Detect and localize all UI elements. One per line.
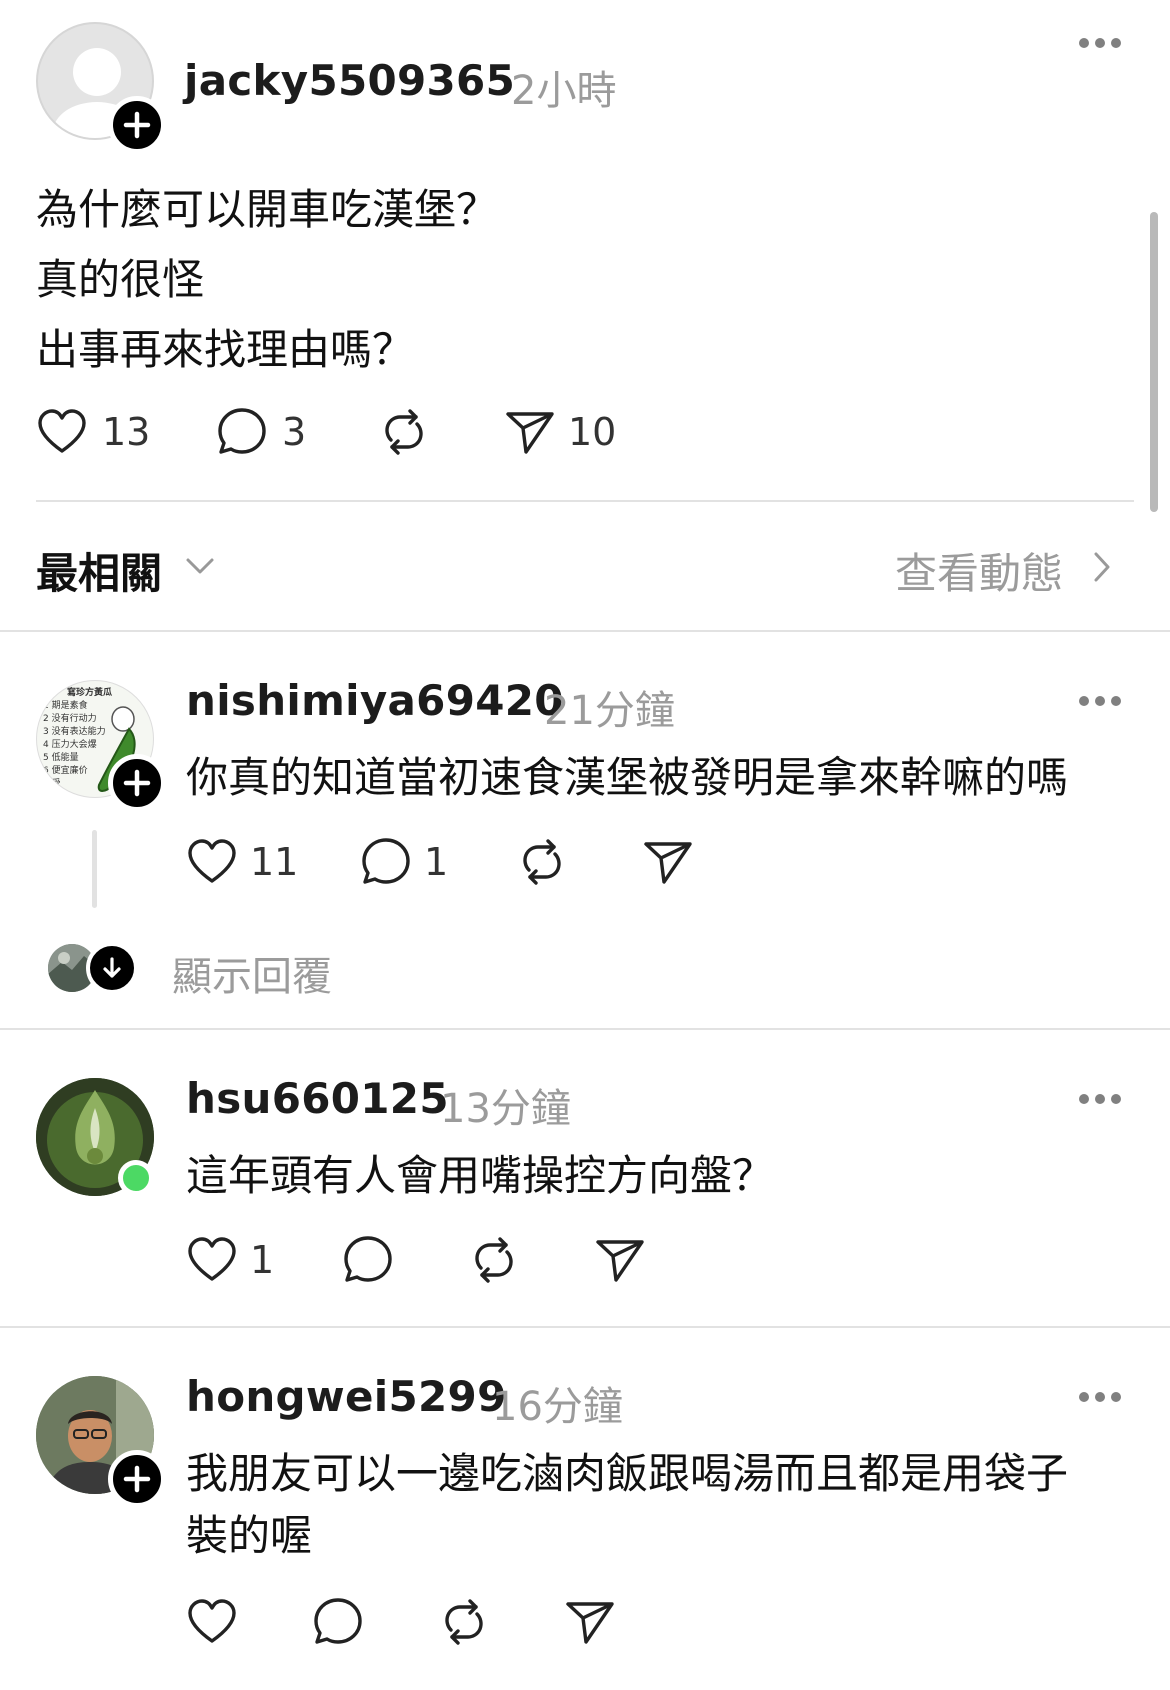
like-count: 11	[250, 840, 299, 884]
divider	[0, 630, 1170, 632]
post-text-line: 真的很怪	[36, 255, 205, 304]
comment-text-line: 裝的喔	[186, 1511, 313, 1560]
like-count: 1	[250, 1238, 275, 1282]
repost-icon[interactable]	[438, 1596, 490, 1648]
more-options-icon[interactable]	[1079, 1392, 1121, 1404]
online-status-indicator	[118, 1160, 154, 1196]
comment-text-line: 你真的知道當初速食漢堡被發明是拿來幹嘛的嗎	[186, 753, 1069, 802]
plus-icon	[123, 769, 151, 797]
heart-icon[interactable]	[186, 1596, 238, 1648]
plus-icon	[123, 1465, 151, 1493]
comment-username[interactable]: hongwei5299	[186, 1372, 507, 1421]
plus-icon	[123, 111, 151, 139]
share-icon[interactable]	[564, 1596, 616, 1648]
comment-icon[interactable]	[360, 836, 412, 888]
comment-time: 21分鐘	[544, 688, 675, 734]
heart-icon[interactable]	[186, 836, 238, 888]
comment-icon[interactable]	[312, 1596, 364, 1648]
chevron-down-icon[interactable]	[184, 554, 216, 578]
post-text-line: 為什麼可以開車吃漢堡？	[36, 185, 499, 234]
post-text-line: 出事再來找理由嗎？	[36, 325, 415, 374]
thread-line	[92, 830, 97, 908]
more-options-icon[interactable]	[1079, 696, 1121, 708]
comment-time: 13分鐘	[440, 1086, 571, 1132]
repost-icon[interactable]	[516, 836, 568, 888]
post-username[interactable]: jacky5509365	[184, 56, 515, 105]
show-replies-label[interactable]: 顯示回覆	[172, 944, 332, 1002]
comment-time: 16分鐘	[492, 1384, 623, 1430]
share-icon[interactable]	[594, 1234, 646, 1286]
view-activity-link[interactable]: 查看動態	[895, 540, 1063, 601]
more-options-icon[interactable]	[1079, 1094, 1121, 1106]
post-time: 2小時	[511, 68, 617, 114]
share-count: 10	[568, 410, 617, 454]
chevron-right-icon[interactable]	[1090, 550, 1114, 584]
comment-username[interactable]: nishimiya69420	[186, 676, 564, 725]
repost-icon[interactable]	[468, 1234, 520, 1286]
scrollbar[interactable]	[1150, 212, 1158, 512]
comment-username[interactable]: hsu660125	[186, 1074, 449, 1123]
comment-icon[interactable]	[216, 406, 268, 458]
share-icon[interactable]	[504, 406, 556, 458]
follow-button[interactable]	[108, 1450, 166, 1508]
more-options-icon[interactable]	[1079, 38, 1121, 50]
comment-text-line: 這年頭有人會用嘴操控方向盤？	[186, 1151, 775, 1200]
divider	[0, 1028, 1170, 1030]
follow-button[interactable]	[108, 96, 166, 154]
heart-icon[interactable]	[36, 406, 88, 458]
comment-count: 3	[282, 410, 307, 454]
repost-icon[interactable]	[378, 406, 430, 458]
heart-icon[interactable]	[186, 1234, 238, 1286]
follow-button[interactable]	[108, 754, 166, 812]
divider	[0, 1326, 1170, 1328]
show-replies-button[interactable]	[86, 942, 138, 994]
arrow-down-icon	[103, 957, 121, 978]
like-count: 13	[102, 410, 151, 454]
reply-count: 1	[424, 840, 449, 884]
sort-dropdown[interactable]: 最相關	[36, 540, 162, 601]
share-icon[interactable]	[642, 836, 694, 888]
comment-icon[interactable]	[342, 1234, 394, 1286]
divider	[36, 500, 1134, 502]
comment-text-line: 我朋友可以一邊吃滷肉飯跟喝湯而且都是用袋子	[186, 1449, 1069, 1498]
avatar-text: 寫珍方黃瓜	[67, 688, 113, 698]
